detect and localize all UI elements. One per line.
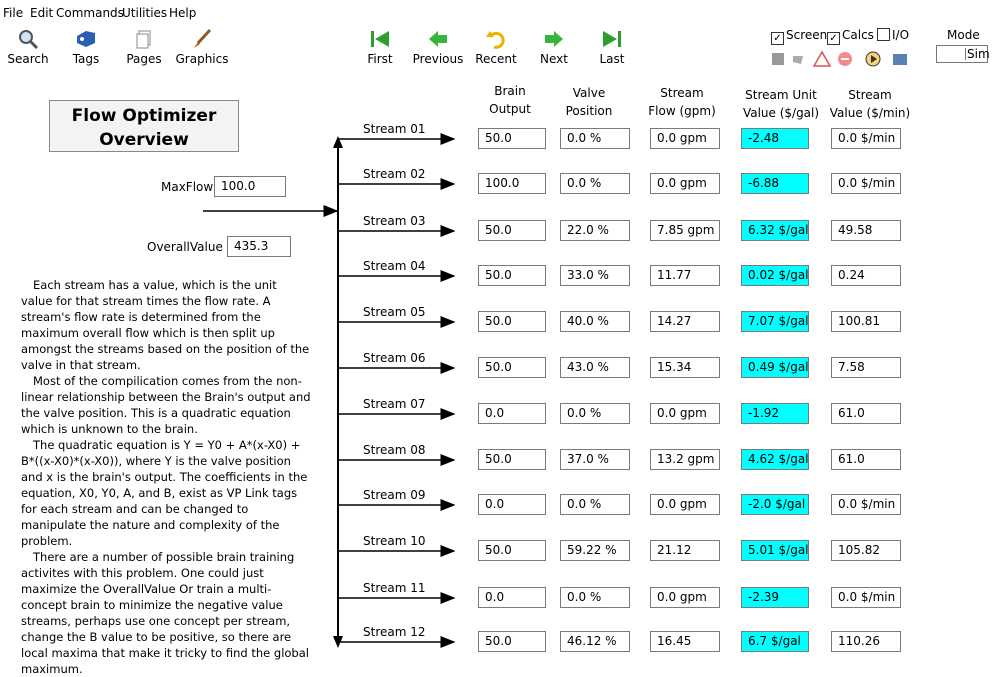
stream-unit-value-field: 6.7 $/gal xyxy=(741,631,809,652)
valve-position-field: 22.0 % xyxy=(560,220,630,241)
brain-output-field[interactable]: 0.0 xyxy=(478,587,546,608)
flow-diagram xyxy=(203,133,456,648)
brain-output-field[interactable]: 0.0 xyxy=(478,494,546,515)
stream-label: Stream 12 xyxy=(363,625,426,639)
stream-value-field: 0.0 $/min xyxy=(831,587,901,608)
stream-unit-value-field: -2.39 xyxy=(741,587,809,608)
pipe-arrow-up-icon xyxy=(333,136,343,148)
valve-position-field: 0.0 % xyxy=(560,173,630,194)
valve-position-field: 46.12 % xyxy=(560,631,630,652)
stream-value-field: 110.26 xyxy=(831,631,901,652)
brain-output-field[interactable]: 50.0 xyxy=(478,220,546,241)
valve-position-field: 40.0 % xyxy=(560,311,630,332)
stream-label: Stream 11 xyxy=(363,581,426,595)
stream-flow-field: 21.12 xyxy=(650,540,720,561)
stream-value-field: 105.82 xyxy=(831,540,901,561)
stream-unit-value-field: 4.62 $/gal xyxy=(741,449,809,470)
stream-unit-value-field: 7.07 $/gal xyxy=(741,311,809,332)
stream-value-field: 0.0 $/min xyxy=(831,128,901,149)
stream-label: Stream 07 xyxy=(363,397,426,411)
stream-flow-field: 0.0 gpm xyxy=(650,128,720,149)
stream-value-field: 0.0 $/min xyxy=(831,173,901,194)
stream-value-field: 0.24 xyxy=(831,265,901,286)
stream-label: Stream 09 xyxy=(363,488,426,502)
brain-output-field[interactable]: 50.0 xyxy=(478,449,546,470)
stream-label: Stream 01 xyxy=(363,122,426,136)
stream-value-field: 100.81 xyxy=(831,311,901,332)
stream-flow-field: 16.45 xyxy=(650,631,720,652)
stream-label: Stream 10 xyxy=(363,534,426,548)
stream-value-field: 61.0 xyxy=(831,403,901,424)
valve-position-field: 0.0 % xyxy=(560,587,630,608)
valve-position-field: 43.0 % xyxy=(560,357,630,378)
valve-position-field: 33.0 % xyxy=(560,265,630,286)
valve-position-field: 0.0 % xyxy=(560,128,630,149)
valve-position-field: 59.22 % xyxy=(560,540,630,561)
stream-unit-value-field: -2.48 xyxy=(741,128,809,149)
stream-unit-value-field: 6.32 $/gal xyxy=(741,220,809,241)
stream-flow-field: 0.0 gpm xyxy=(650,173,720,194)
stream-flow-field: 7.85 gpm xyxy=(650,220,720,241)
stream-label: Stream 02 xyxy=(363,167,426,181)
stream-flow-field: 13.2 gpm xyxy=(650,449,720,470)
stream-flow-field: 15.34 xyxy=(650,357,720,378)
stream-unit-value-field: -6.88 xyxy=(741,173,809,194)
stream-unit-value-field: 0.02 $/gal xyxy=(741,265,809,286)
stream-value-field: 0.0 $/min xyxy=(831,494,901,515)
stream-label: Stream 08 xyxy=(363,443,426,457)
stream-flow-field: 0.0 gpm xyxy=(650,494,720,515)
stream-flow-field: 0.0 gpm xyxy=(650,587,720,608)
stream-flow-field: 14.27 xyxy=(650,311,720,332)
stream-label: Stream 03 xyxy=(363,214,426,228)
stream-label: Stream 05 xyxy=(363,305,426,319)
brain-output-field[interactable]: 0.0 xyxy=(478,403,546,424)
brain-output-field[interactable]: 50.0 xyxy=(478,540,546,561)
stream-value-field: 61.0 xyxy=(831,449,901,470)
brain-output-field[interactable]: 50.0 xyxy=(478,265,546,286)
brain-output-field[interactable]: 50.0 xyxy=(478,357,546,378)
valve-position-field: 37.0 % xyxy=(560,449,630,470)
stream-value-field: 7.58 xyxy=(831,357,901,378)
stream-flow-field: 0.0 gpm xyxy=(650,403,720,424)
brain-output-field[interactable]: 50.0 xyxy=(478,631,546,652)
brain-output-field[interactable]: 50.0 xyxy=(478,311,546,332)
stream-label: Stream 06 xyxy=(363,351,426,365)
stream-flow-field: 11.77 xyxy=(650,265,720,286)
valve-position-field: 0.0 % xyxy=(560,403,630,424)
stream-label: Stream 04 xyxy=(363,259,426,273)
stream-unit-value-field: 5.01 $/gal xyxy=(741,540,809,561)
stream-value-field: 49.58 xyxy=(831,220,901,241)
stream-unit-value-field: 0.49 $/gal xyxy=(741,357,809,378)
valve-position-field: 0.0 % xyxy=(560,494,630,515)
stream-unit-value-field: -2.0 $/gal xyxy=(741,494,809,515)
brain-output-field[interactable]: 100.0 xyxy=(478,173,546,194)
brain-output-field[interactable]: 50.0 xyxy=(478,128,546,149)
stream-unit-value-field: -1.92 xyxy=(741,403,809,424)
